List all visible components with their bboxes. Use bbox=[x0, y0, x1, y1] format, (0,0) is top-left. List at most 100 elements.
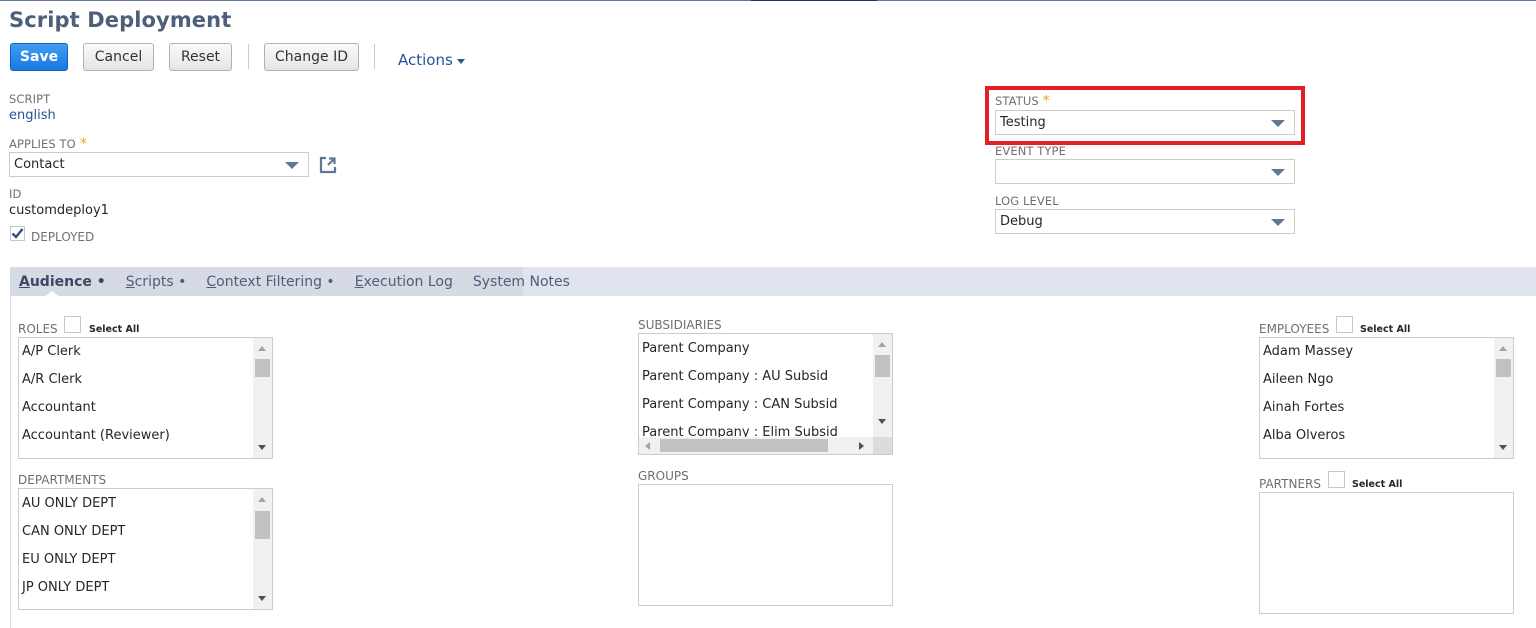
roles-label: ROLES bbox=[18, 322, 58, 336]
scroll-up-icon[interactable] bbox=[258, 346, 266, 351]
applies-to-select[interactable]: Contact bbox=[9, 152, 309, 177]
dropdown-arrow-icon bbox=[285, 162, 299, 169]
list-item[interactable]: A/P Clerk bbox=[22, 344, 81, 359]
applies-to-label: APPLIES TO * bbox=[9, 136, 87, 152]
toolbar-divider bbox=[374, 44, 375, 69]
partners-label: PARTNERS bbox=[1259, 477, 1321, 491]
vertical-scrollbar[interactable] bbox=[1494, 338, 1513, 458]
list-item[interactable]: Alba Olveros bbox=[1263, 428, 1345, 443]
departments-listbox[interactable]: AU ONLY DEPT CAN ONLY DEPT EU ONLY DEPT … bbox=[18, 488, 273, 610]
dropdown-arrow-icon bbox=[1271, 120, 1285, 127]
list-item[interactable]: A/R Clerk bbox=[22, 372, 82, 387]
required-indicator: * bbox=[1042, 93, 1050, 109]
list-item[interactable]: AU ONLY DEPT bbox=[22, 496, 116, 511]
save-button[interactable]: Save bbox=[10, 43, 68, 71]
script-label: SCRIPT bbox=[9, 92, 51, 106]
list-item[interactable]: Accountant bbox=[22, 400, 96, 415]
partners-select-all-checkbox[interactable] bbox=[1328, 471, 1345, 488]
groups-listbox[interactable] bbox=[638, 484, 893, 606]
departments-label: DEPARTMENTS bbox=[18, 473, 107, 487]
tab-audience[interactable]: Audience • bbox=[19, 274, 106, 290]
scroll-up-icon[interactable] bbox=[258, 497, 266, 502]
event-type-select[interactable] bbox=[995, 159, 1295, 184]
tab-context-filtering[interactable]: Context Filtering • bbox=[206, 274, 334, 290]
top-border-active-segment bbox=[751, 0, 877, 1]
scroll-thumb[interactable] bbox=[255, 511, 270, 539]
tab-panel-border bbox=[10, 296, 11, 628]
scroll-thumb[interactable] bbox=[1496, 359, 1511, 377]
subsidiaries-listbox[interactable]: Parent Company Parent Company : AU Subsi… bbox=[638, 333, 893, 455]
script-link[interactable]: english bbox=[9, 108, 56, 123]
roles-select-all-checkbox[interactable] bbox=[64, 316, 81, 333]
scroll-left-icon[interactable] bbox=[645, 442, 650, 450]
toolbar-divider bbox=[248, 44, 249, 69]
scroll-down-icon[interactable] bbox=[258, 596, 266, 601]
open-external-icon[interactable] bbox=[319, 156, 337, 174]
list-item[interactable]: Ainah Fortes bbox=[1263, 400, 1344, 415]
tab-scripts[interactable]: Scripts • bbox=[126, 274, 187, 290]
list-item[interactable]: Accountant (Reviewer) bbox=[22, 428, 170, 443]
top-border bbox=[0, 0, 1536, 1]
list-item[interactable]: Parent Company : AU Subsid bbox=[642, 369, 828, 384]
scroll-down-icon[interactable] bbox=[1499, 445, 1507, 450]
partners-select-all-label: Select All bbox=[1352, 479, 1403, 490]
employees-select-all-label: Select All bbox=[1360, 324, 1411, 335]
list-item[interactable]: CAN ONLY DEPT bbox=[22, 524, 125, 539]
scrollbar-corner bbox=[873, 437, 892, 454]
list-item[interactable]: EU ONLY DEPT bbox=[22, 552, 115, 567]
log-level-label: LOG LEVEL bbox=[995, 194, 1059, 208]
caret-down-icon bbox=[456, 58, 465, 64]
dropdown-arrow-icon bbox=[1271, 169, 1285, 176]
actions-label: Actions bbox=[398, 51, 453, 69]
log-level-select[interactable]: Debug bbox=[995, 209, 1295, 234]
vertical-scrollbar[interactable] bbox=[253, 489, 272, 609]
employees-listbox[interactable]: Adam Massey Aileen Ngo Ainah Fortes Alba… bbox=[1259, 337, 1514, 459]
status-value: Testing bbox=[1000, 115, 1046, 130]
id-label: ID bbox=[9, 187, 22, 201]
subsidiaries-label: SUBSIDIARIES bbox=[638, 318, 722, 332]
reset-button[interactable]: Reset bbox=[169, 43, 232, 71]
list-item[interactable]: Parent Company bbox=[642, 341, 750, 356]
employees-select-all-checkbox[interactable] bbox=[1336, 316, 1353, 333]
id-value: customdeploy1 bbox=[9, 203, 109, 218]
groups-label: GROUPS bbox=[638, 469, 689, 483]
actions-menu[interactable]: Actions bbox=[398, 51, 465, 69]
change-id-button[interactable]: Change ID bbox=[264, 43, 359, 71]
status-select[interactable]: Testing bbox=[995, 110, 1295, 135]
roles-select-all-label: Select All bbox=[89, 324, 140, 335]
deployed-label: DEPLOYED bbox=[31, 230, 95, 244]
tab-execution-log[interactable]: Execution Log bbox=[355, 274, 453, 290]
subtabs: Audience • Scripts • Context Filtering •… bbox=[10, 267, 570, 296]
list-item[interactable]: Adam Massey bbox=[1263, 344, 1353, 359]
active-tab-pointer bbox=[44, 291, 60, 297]
required-indicator: * bbox=[79, 136, 87, 152]
page-title: Script Deployment bbox=[9, 8, 232, 32]
list-item[interactable]: Parent Company : CAN Subsid bbox=[642, 397, 837, 412]
scroll-thumb[interactable] bbox=[255, 359, 270, 377]
horizontal-scrollbar[interactable] bbox=[639, 437, 873, 454]
applies-to-value: Contact bbox=[14, 157, 65, 172]
scroll-up-icon[interactable] bbox=[878, 342, 886, 347]
status-label-text: STATUS bbox=[995, 94, 1039, 108]
deployed-checkbox[interactable] bbox=[10, 226, 25, 241]
list-item[interactable]: JP ONLY DEPT bbox=[22, 580, 109, 595]
dropdown-arrow-icon bbox=[1271, 219, 1285, 226]
cancel-button[interactable]: Cancel bbox=[83, 43, 154, 71]
vertical-scrollbar[interactable] bbox=[253, 338, 272, 458]
applies-to-label-text: APPLIES TO bbox=[9, 137, 76, 151]
roles-listbox[interactable]: A/P Clerk A/R Clerk Accountant Accountan… bbox=[18, 337, 273, 459]
list-item[interactable]: Aileen Ngo bbox=[1263, 372, 1333, 387]
scroll-thumb[interactable] bbox=[660, 439, 828, 452]
log-level-value: Debug bbox=[1000, 214, 1043, 229]
partners-listbox[interactable] bbox=[1259, 492, 1514, 614]
vertical-scrollbar[interactable] bbox=[873, 334, 892, 437]
scroll-right-icon[interactable] bbox=[859, 442, 864, 450]
scroll-down-icon[interactable] bbox=[258, 445, 266, 450]
employees-label: EMPLOYEES bbox=[1259, 322, 1330, 336]
event-type-label: EVENT TYPE bbox=[995, 144, 1066, 158]
scroll-thumb[interactable] bbox=[875, 355, 890, 377]
status-label: STATUS * bbox=[995, 93, 1050, 109]
scroll-up-icon[interactable] bbox=[1499, 346, 1507, 351]
scroll-down-icon[interactable] bbox=[878, 419, 886, 424]
tab-system-notes[interactable]: System Notes bbox=[473, 274, 570, 290]
